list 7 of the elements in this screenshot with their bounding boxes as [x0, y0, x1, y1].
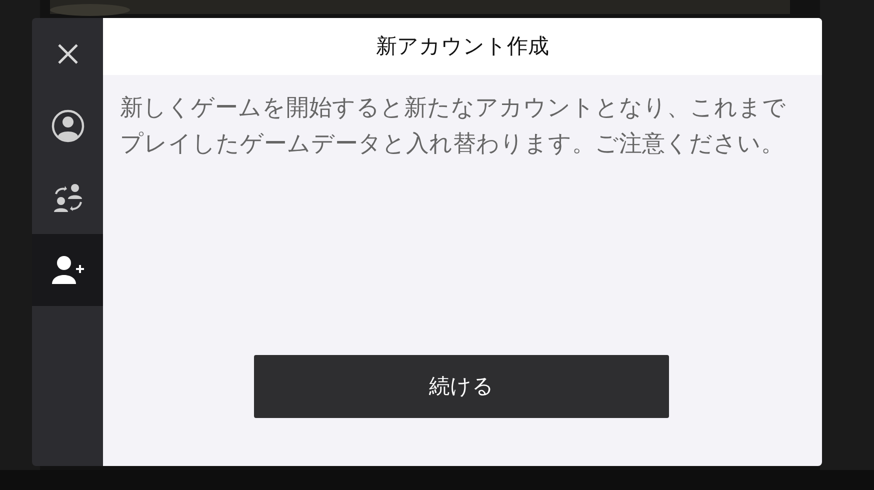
add-user-icon: [50, 255, 84, 285]
profile-icon: [50, 109, 84, 143]
close-icon: [56, 43, 78, 65]
continue-button[interactable]: 続ける: [254, 355, 669, 418]
warning-message: 新しくゲームを開始すると新たなアカウントとなり、これまでプレイしたゲームデータと入れ替わります。ご注意ください。: [120, 93, 787, 158]
sidebar-tab[interactable]: [32, 234, 103, 306]
dialog-title: 新アカウント作成: [376, 34, 549, 60]
